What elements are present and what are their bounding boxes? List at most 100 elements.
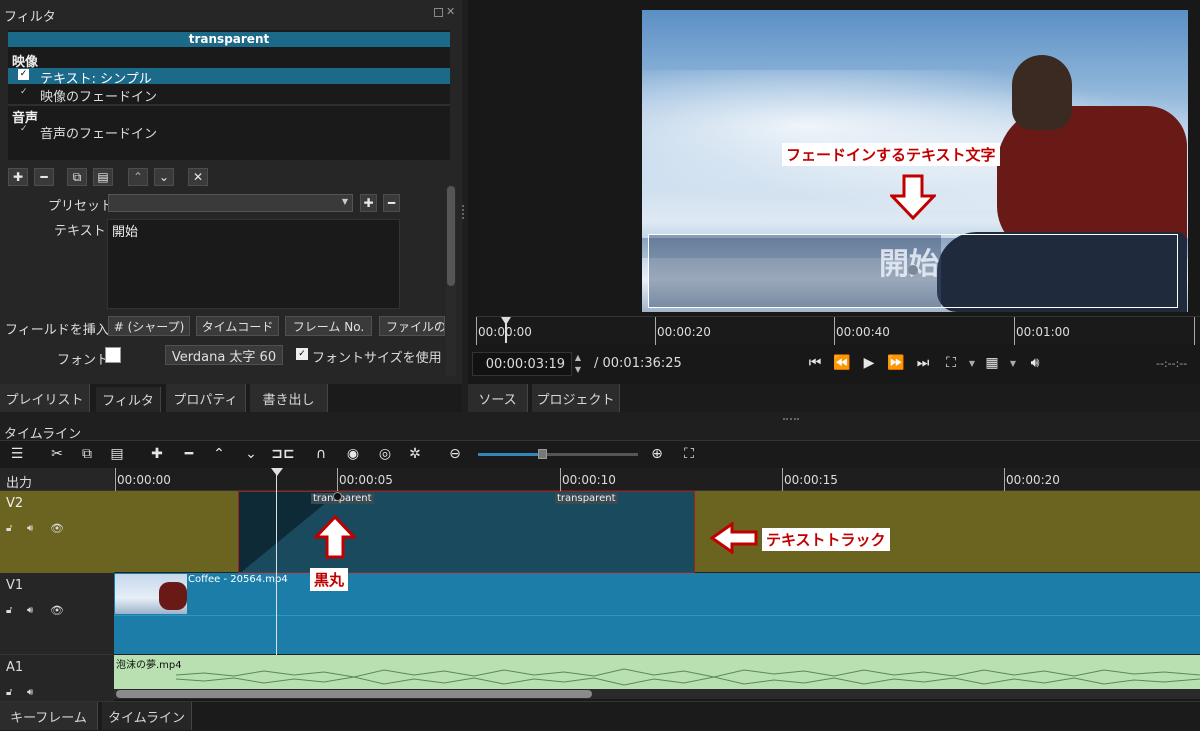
ripple-all-icon[interactable]: ✲: [404, 443, 426, 465]
timeline-playhead[interactable]: [276, 468, 277, 655]
remove-icon[interactable]: ━: [178, 443, 200, 465]
mute-icon[interactable]: 🔊︎: [27, 605, 33, 616]
insert-sharp-button[interactable]: # (シャープ): [108, 316, 190, 336]
timecode-spinner[interactable]: ▲ ▼: [572, 352, 584, 376]
paste-icon[interactable]: ▤: [106, 443, 128, 465]
scrub-icon[interactable]: ◉: [342, 443, 364, 465]
ruler-label: 00:01:00: [1016, 325, 1070, 339]
mute-icon[interactable]: 🔊︎: [27, 523, 33, 534]
font-button[interactable]: Verdana 太字 60: [165, 345, 283, 365]
track-header-v1[interactable]: V1 🔓︎ 🔊︎ 👁︎: [0, 573, 114, 655]
black-dot-callout: 黒丸: [310, 568, 349, 591]
insert-frame-button[interactable]: フレーム No.: [285, 316, 372, 336]
filter-item-audio-fadein[interactable]: ✓ 音声のフェードイン: [8, 123, 450, 142]
splitter-handle[interactable]: [462, 205, 464, 219]
split-icon[interactable]: ⊐⊏: [271, 443, 294, 465]
zoom-in-icon[interactable]: ⊕: [646, 443, 668, 465]
skip-next-icon[interactable]: ⏭: [912, 352, 934, 374]
insert-field-label: フィールドを挿入: [5, 323, 109, 338]
rewind-icon[interactable]: ⏪: [831, 352, 853, 374]
lock-icon[interactable]: 🔓︎: [6, 687, 12, 698]
check-icon[interactable]: ✓: [20, 87, 28, 97]
eye-icon[interactable]: 👁︎: [50, 522, 64, 535]
checkbox-icon[interactable]: ✓: [18, 69, 29, 80]
text-overlay-box[interactable]: 開始: [648, 234, 1178, 308]
preset-select[interactable]: ▼: [108, 194, 353, 212]
timeline-scrollbar[interactable]: [114, 689, 1200, 699]
font-color-swatch[interactable]: [105, 347, 121, 363]
font-size-checkbox[interactable]: ✓: [296, 348, 308, 360]
tab-source[interactable]: ソース: [468, 384, 528, 412]
cut-icon[interactable]: ✂: [46, 443, 68, 465]
check-icon[interactable]: ✓: [20, 124, 28, 134]
lock-icon[interactable]: 🔓︎: [6, 523, 12, 534]
clip-label: Coffee - 20564.mp4: [188, 574, 288, 585]
filter-item-video-fadein[interactable]: ✓ 映像のフェードイン: [8, 86, 450, 105]
volume-icon[interactable]: 🔊︎: [1024, 352, 1046, 374]
track-header-a1[interactable]: A1 🔓︎ 🔊︎: [0, 655, 114, 702]
deselect-button[interactable]: ✕: [188, 168, 208, 186]
zoom-dropdown-icon[interactable]: ▼: [961, 352, 983, 374]
tab-filter[interactable]: フィルタ: [96, 387, 161, 412]
fade-handle-dot[interactable]: [333, 492, 342, 501]
tab-playlist[interactable]: プレイリスト: [0, 384, 90, 412]
filter-panel: フィルタ ✕ transparent 映像 ✓ テキスト: シンプル ✓ 映像の…: [0, 0, 462, 384]
splitter-handle[interactable]: [783, 418, 799, 420]
play-icon[interactable]: ▶: [858, 352, 880, 374]
center-handle[interactable]: [908, 265, 918, 275]
copy-icon[interactable]: ⧉: [76, 443, 98, 465]
panel-scrollbar[interactable]: [446, 186, 456, 376]
move-down-button[interactable]: ⌄: [154, 168, 174, 186]
lock-icon[interactable]: 🔓︎: [6, 605, 12, 616]
grid-dropdown-icon[interactable]: ▼: [1002, 352, 1024, 374]
tab-project[interactable]: プロジェクト: [532, 384, 620, 412]
eye-icon[interactable]: 👁︎: [50, 604, 64, 617]
player-ruler[interactable]: 00:00:00 00:00:20 00:00:40 00:01:00: [476, 316, 1200, 345]
paste-filter-button[interactable]: ▤: [93, 168, 113, 186]
playhead-triangle: [271, 468, 283, 476]
add-filter-button[interactable]: ✚: [8, 168, 28, 186]
copy-filter-button[interactable]: ⧉: [67, 168, 87, 186]
tab-keyframes[interactable]: キーフレーム: [0, 702, 98, 730]
filter-item-text-simple[interactable]: ✓ テキスト: シンプル: [8, 68, 450, 87]
insert-timecode-button[interactable]: タイムコード: [196, 316, 279, 336]
tab-export[interactable]: 書き出し: [250, 384, 328, 412]
zoom-fit-icon[interactable]: ⛶: [940, 352, 962, 374]
filter-item-label: テキスト: シンプル: [40, 72, 152, 87]
delete-preset-button[interactable]: ━: [383, 194, 400, 212]
timecode-field[interactable]: 00:00:03:19: [472, 352, 572, 376]
lift-icon[interactable]: ⌃: [208, 443, 230, 465]
grid-icon[interactable]: ▦: [981, 352, 1003, 374]
text-input[interactable]: 開始: [107, 219, 400, 309]
append-icon[interactable]: ✚: [146, 443, 168, 465]
zoom-slider-handle[interactable]: [538, 449, 547, 459]
skip-previous-icon[interactable]: ⏮: [804, 352, 826, 374]
ripple-icon[interactable]: ◎: [374, 443, 396, 465]
scrollbar-thumb[interactable]: [447, 186, 455, 286]
close-icon[interactable]: ✕: [446, 5, 455, 18]
filter-item-label: 音声のフェードイン: [40, 127, 158, 142]
tab-properties[interactable]: プロパティ: [166, 384, 246, 412]
zoom-slider[interactable]: [478, 449, 638, 459]
move-up-button[interactable]: ⌃: [128, 168, 148, 186]
snap-icon[interactable]: ∩: [310, 443, 332, 465]
insert-file-button[interactable]: ファイルの: [379, 316, 445, 336]
bottom-tabbar: キーフレーム タイムライン: [0, 701, 1200, 731]
save-preset-button[interactable]: ✚: [360, 194, 377, 212]
ruler-tick: [834, 317, 835, 345]
remove-filter-button[interactable]: ━: [34, 168, 54, 186]
tab-timeline[interactable]: タイムライン: [102, 702, 192, 730]
zoom-fit-icon[interactable]: ⛶: [678, 443, 700, 465]
text-clip[interactable]: transparent transparent: [238, 491, 695, 573]
mute-icon[interactable]: 🔊︎: [27, 687, 33, 698]
scrollbar-thumb[interactable]: [116, 690, 592, 698]
zoom-slider-fill: [478, 453, 540, 456]
menu-icon[interactable]: ☰: [6, 443, 28, 465]
overwrite-icon[interactable]: ⌄: [240, 443, 262, 465]
filter-list: transparent 映像 ✓ テキスト: シンプル ✓ 映像のフェードイン …: [8, 30, 450, 160]
float-icon[interactable]: [434, 8, 443, 17]
fast-forward-icon[interactable]: ⏩: [885, 352, 907, 374]
zoom-out-icon[interactable]: ⊖: [444, 443, 466, 465]
font-label: フォント: [57, 353, 110, 368]
track-header-v2[interactable]: V2 🔓︎ 🔊︎ 👁︎: [0, 491, 114, 573]
